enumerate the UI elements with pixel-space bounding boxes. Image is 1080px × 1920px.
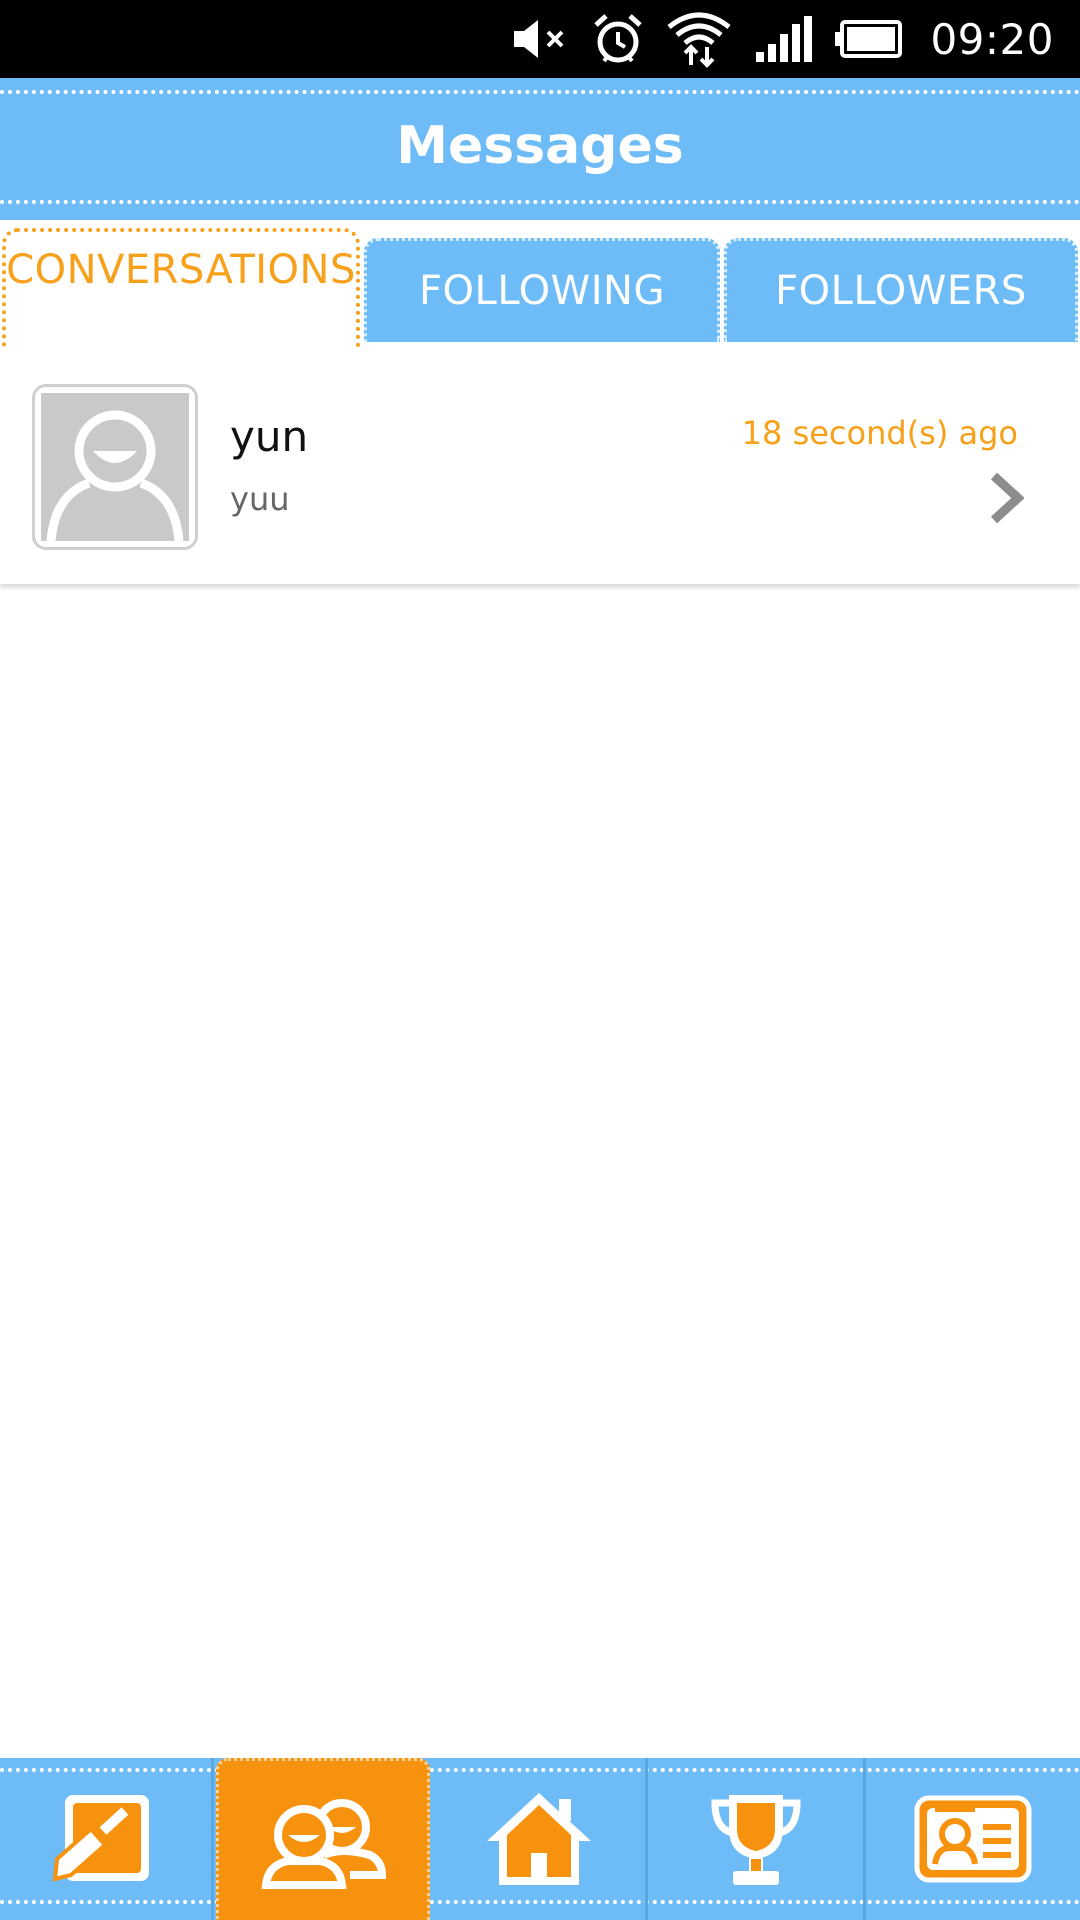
chevron-right-icon <box>990 472 1024 524</box>
note-pencil-icon <box>52 1795 149 1882</box>
message-preview: yuu <box>230 480 290 518</box>
status-bar: 09:20 <box>0 0 1080 78</box>
bottom-navigation <box>0 1758 1080 1920</box>
signal-icon <box>756 16 813 62</box>
wifi-icon <box>667 12 732 68</box>
nav-item-notes[interactable] <box>0 1758 214 1920</box>
mute-icon <box>514 20 564 58</box>
nav-item-home[interactable] <box>432 1758 648 1920</box>
avatar[interactable] <box>32 384 198 550</box>
friends-icon <box>261 1798 387 1889</box>
home-icon <box>486 1793 591 1885</box>
nav-item-trophy[interactable] <box>648 1758 866 1920</box>
trophy-icon <box>710 1795 801 1885</box>
status-icons: 09:20 <box>512 0 1054 78</box>
profile-card-icon <box>914 1795 1032 1883</box>
conversation-item[interactable]: yun yuu 18 second(s) ago <box>0 348 1080 584</box>
nav-item-friends[interactable] <box>216 1758 430 1920</box>
tab-conversations[interactable]: CONVERSATIONS <box>2 228 360 348</box>
nav-item-profile[interactable] <box>866 1758 1080 1920</box>
tab-followers[interactable]: FOLLOWERS <box>724 238 1078 342</box>
header-dotted-divider <box>0 200 1080 204</box>
tab-following[interactable]: FOLLOWING <box>364 238 720 342</box>
contact-name: yun <box>230 412 309 461</box>
page-title: Messages <box>396 116 684 176</box>
status-time: 09:20 <box>930 14 1054 64</box>
alarm-icon <box>594 14 643 63</box>
message-timestamp: 18 second(s) ago <box>741 414 1018 452</box>
conversation-list: yun yuu 18 second(s) ago <box>0 348 1080 584</box>
app-header: Messages <box>0 78 1080 220</box>
default-user-icon <box>46 410 184 541</box>
header-dotted-divider <box>0 90 1080 94</box>
battery-icon <box>835 20 903 58</box>
tab-bar: CONVERSATIONS FOLLOWING FOLLOWERS <box>0 220 1080 348</box>
